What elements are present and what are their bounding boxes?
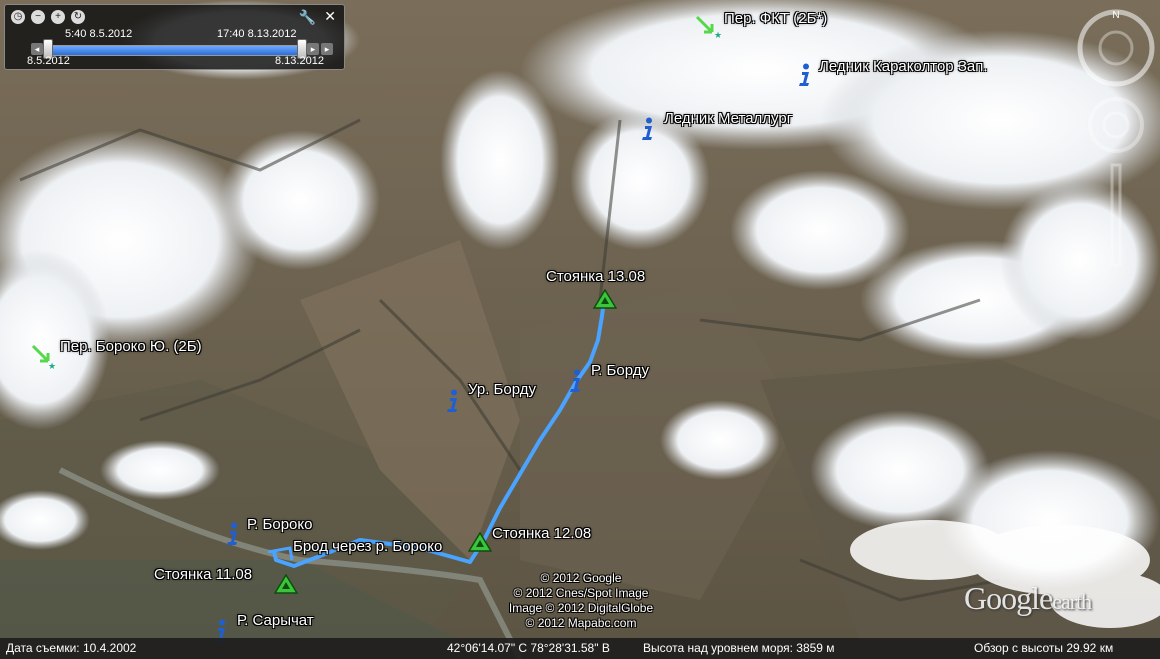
placemark-camp-1308[interactable]: Стоянка 13.08	[546, 268, 645, 285]
info-icon[interactable]	[445, 389, 461, 413]
placemark-tract-bordu[interactable]: Ур. Борду	[468, 381, 536, 398]
placemark-glacier-karakoltor[interactable]: Ледник Караколтор Зап.	[819, 58, 988, 75]
zoom-in-icon[interactable]: +	[51, 10, 65, 24]
placemark-camp-1108[interactable]: Стоянка 11.08	[154, 566, 252, 583]
pass-arrow-icon[interactable]: ★	[694, 14, 722, 40]
placemark-camp-1208[interactable]: Стоянка 12.08	[492, 525, 591, 542]
eye-altitude: Обзор с высоты 29.92 км	[974, 641, 1114, 655]
play-button[interactable]: ▸	[307, 43, 319, 55]
placemark-river-sarychat[interactable]: Р. Сарычат	[237, 612, 314, 629]
elevation-readout: Высота над уровнем моря: 3859 м	[643, 641, 835, 655]
placemark-ford-boroko[interactable]: Брод через р. Бороко	[293, 538, 442, 555]
info-icon[interactable]	[225, 522, 241, 546]
navigation-compass[interactable]: N	[1076, 8, 1156, 88]
cursor-coordinates: 42°06'14.07" С 78°28'31.58" В	[447, 641, 610, 655]
time-slider-fill	[48, 46, 302, 55]
placemark-river-boroko[interactable]: Р. Бороко	[247, 516, 312, 533]
time-slider-panel: ◷ − + ↻ 🔧 ✕ 5:40 8.5.2012 17:40 8.13.201…	[4, 4, 345, 70]
history-icon[interactable]: ↻	[71, 10, 85, 24]
placemark-river-bordu[interactable]: Р. Борду	[591, 362, 649, 379]
range-end-label: 8.13.2012	[275, 55, 324, 67]
range-start-label: 8.5.2012	[27, 55, 70, 67]
imagery-date: Дата съемки: 10.4.2002	[6, 641, 137, 655]
placemark-pass-boroko[interactable]: Пер. Бороко Ю. (2Б)	[60, 338, 202, 355]
camp-tent-icon[interactable]	[593, 289, 617, 309]
step-back-button[interactable]: ◂	[31, 43, 43, 55]
info-icon[interactable]	[568, 369, 584, 393]
attribution-line: Image © 2012 DigitalGlobe	[508, 601, 654, 615]
pass-arrow-icon[interactable]: ★	[30, 343, 58, 369]
placemark-pass-fkt[interactable]: Пер. ФКТ (2Б*)	[724, 10, 827, 27]
star-icon: ★	[714, 30, 722, 40]
info-icon[interactable]	[640, 117, 656, 141]
north-label: N	[1112, 10, 1119, 21]
zoom-slider-control[interactable]	[1086, 95, 1146, 275]
attribution-line: © 2012 Google	[540, 571, 622, 585]
time-start-label: 5:40 8.5.2012	[65, 28, 133, 40]
time-slider-track[interactable]	[47, 45, 303, 56]
camp-tent-icon[interactable]	[274, 574, 298, 594]
google-earth-logo: Googleearth	[964, 580, 1092, 616]
imagery-attribution: © 2012 Google © 2012 Cnes/Spot Image Ima…	[496, 571, 666, 631]
placemark-glacier-metallurg[interactable]: Ледник Металлург	[664, 110, 792, 127]
attribution-line: © 2012 Cnes/Spot Image	[513, 586, 649, 600]
time-end-label: 17:40 8.13.2012	[217, 28, 297, 40]
clock-icon[interactable]: ◷	[11, 10, 25, 24]
wrench-icon[interactable]: 🔧	[299, 9, 316, 26]
close-icon[interactable]: ✕	[324, 8, 336, 25]
zoom-out-icon[interactable]: −	[31, 10, 45, 24]
info-icon[interactable]	[797, 63, 813, 87]
attribution-line: © 2012 Mapabc.com	[525, 616, 637, 630]
camp-tent-icon[interactable]	[468, 532, 492, 552]
step-forward-button[interactable]: ▸	[321, 43, 333, 55]
star-icon: ★	[48, 361, 56, 369]
status-bar: Дата съемки: 10.4.2002 42°06'14.07" С 78…	[0, 638, 1160, 659]
satellite-map[interactable]	[0, 0, 1160, 659]
